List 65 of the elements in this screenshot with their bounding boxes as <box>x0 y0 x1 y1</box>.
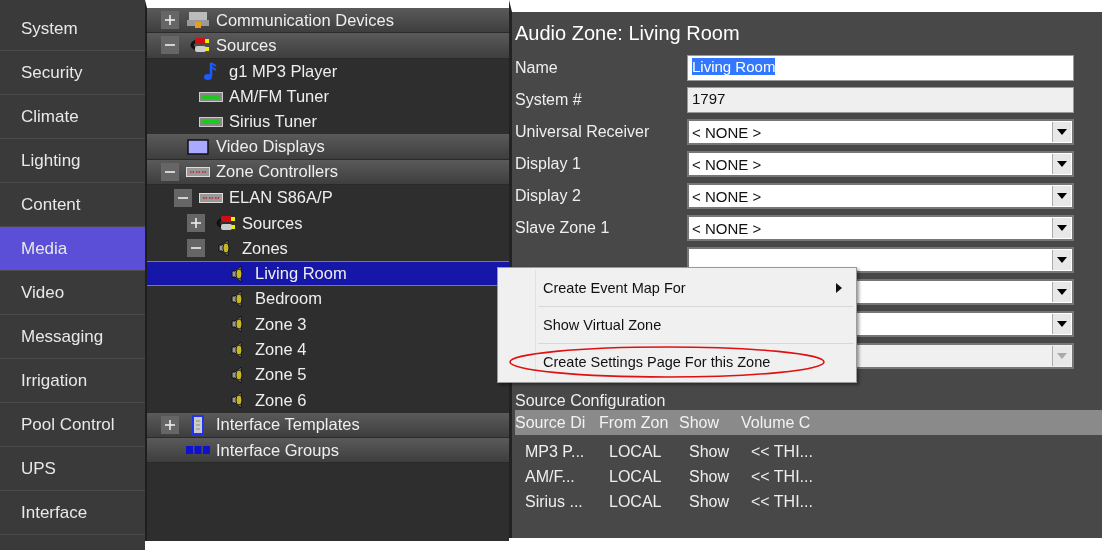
tuner-icon <box>199 115 223 128</box>
table-cell-text: << THI... <box>750 492 814 511</box>
dropdown[interactable]: < NONE > <box>687 183 1074 209</box>
controller-icon <box>186 165 210 178</box>
tree-item[interactable]: AM/FM Tuner <box>147 83 509 110</box>
expander-icon[interactable] <box>161 36 179 55</box>
table-cell-text: << THI... <box>750 467 814 486</box>
table-cell-text: Show <box>688 492 731 511</box>
submenu-arrow-icon <box>836 283 842 293</box>
name-field[interactable]: Living Room <box>687 55 1074 81</box>
field-label: Display 1 <box>515 154 582 174</box>
tree-item[interactable]: Living Room <box>147 260 509 287</box>
dropdown[interactable]: < NONE > <box>687 215 1074 241</box>
tree-item[interactable]: Sources <box>147 33 509 59</box>
tree-item[interactable]: Zones <box>147 235 509 261</box>
tuner-icon <box>199 90 223 103</box>
devices-icon <box>186 11 210 30</box>
table-cell-text: Show <box>688 442 731 461</box>
controller-icon <box>199 191 223 204</box>
table-cell-text: Show <box>688 467 731 486</box>
table-cell-text: MP3 P... <box>524 442 586 461</box>
speaker-icon <box>230 391 244 410</box>
expander-icon[interactable] <box>161 162 179 181</box>
tree-item[interactable]: Communication Devices <box>147 8 509 34</box>
speaker-icon <box>230 340 244 359</box>
system-number-field: 1797 <box>687 87 1074 113</box>
speaker-icon <box>230 289 244 308</box>
speaker-icon <box>230 315 244 334</box>
table-cell-text: << THI... <box>750 442 814 461</box>
speaker-icon <box>230 365 244 384</box>
field-label: Name <box>515 58 559 78</box>
table-cell-text: Sirius ... <box>524 492 584 511</box>
tree-item[interactable]: Interface Templates <box>147 412 509 439</box>
nav-item[interactable]: Media <box>0 227 145 271</box>
music-note-icon <box>203 61 219 82</box>
dropdown[interactable] <box>687 247 1074 273</box>
expander-icon[interactable] <box>161 11 179 30</box>
speaker-icon <box>217 239 231 258</box>
panel-title: Audio Zone: Living Room <box>515 22 741 45</box>
expander-icon[interactable] <box>187 239 205 258</box>
groups-icon <box>186 445 210 456</box>
field-label: System # <box>515 90 583 110</box>
template-icon <box>192 414 204 435</box>
tree-item[interactable]: Interface Groups <box>147 438 509 464</box>
tree-item[interactable]: ELAN S86A/P <box>147 185 509 211</box>
display-icon <box>187 138 209 155</box>
tree-item[interactable]: g1 MP3 Player <box>147 58 509 84</box>
tree-item[interactable]: Sources <box>147 210 509 236</box>
tree-item[interactable]: Zone Controllers <box>147 159 509 186</box>
field-label: Display 2 <box>515 186 582 206</box>
table-cell-text: LOCAL <box>608 442 663 461</box>
dropdown[interactable]: < NONE > <box>687 151 1074 177</box>
speaker-icon <box>230 264 244 283</box>
tree-item[interactable]: Sirius Tuner <box>147 109 509 135</box>
section-title: Source Configuration <box>515 392 667 410</box>
field-label: Slave Zone 1 <box>515 218 611 238</box>
expander-icon[interactable] <box>174 188 192 207</box>
field-label: Universal Receiver <box>515 122 651 142</box>
table-cell-text: AM/F... <box>524 467 576 486</box>
expander-icon[interactable] <box>161 415 179 434</box>
tree-item[interactable]: Zone 6 <box>147 387 509 413</box>
table-cell-text: LOCAL <box>608 467 663 486</box>
dropdown[interactable]: < NONE > <box>687 119 1074 145</box>
table-cell-text: LOCAL <box>608 492 663 511</box>
tree-item[interactable]: Video Displays <box>147 134 509 160</box>
